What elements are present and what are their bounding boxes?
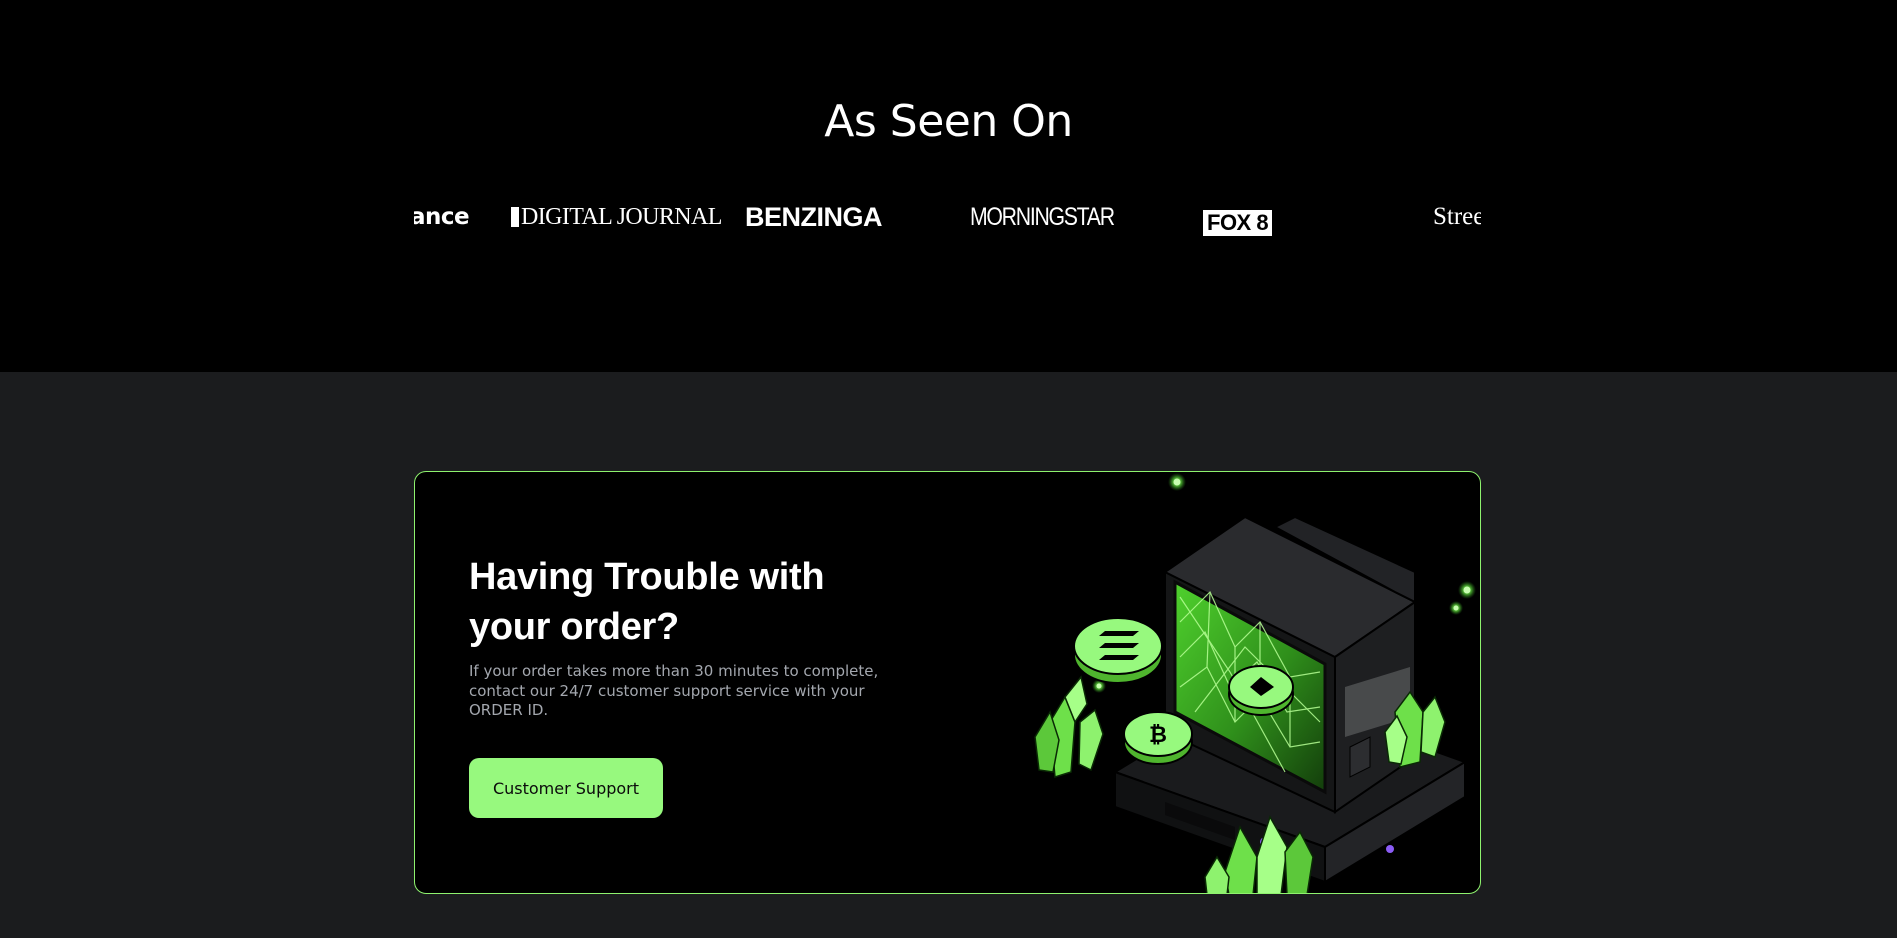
svg-text:₿: ₿ (1149, 723, 1167, 748)
customer-support-button[interactable]: Customer Support (469, 758, 663, 818)
computer-illustration: ₿ (1034, 473, 1476, 893)
ethereum-coin-icon (1228, 665, 1294, 716)
solana-coin-icon (1073, 617, 1163, 684)
digital-journal-mark-icon (511, 207, 519, 227)
logo-benzinga: BENZINGA (745, 201, 883, 232)
support-card-title: Having Trouble with your order? (469, 556, 825, 648)
bitcoin-coin-icon: ₿ (1123, 711, 1193, 765)
logo-street: Stree (1433, 203, 1481, 230)
logo-fox8: FOX 8 (1203, 192, 1273, 242)
support-card: Having Trouble with your order? If your … (414, 471, 1481, 894)
logo-finance: ance (414, 204, 470, 230)
as-seen-on-section: As Seen On ance DIGITAL JOURNAL BENZINGA… (0, 0, 1897, 372)
support-card-description: If your order takes more than 30 minutes… (469, 662, 879, 719)
as-seen-on-title: As Seen On (824, 96, 1073, 147)
logo-digital-journal: DIGITAL JOURNAL (511, 192, 722, 242)
logo-morningstar: MORNINGSTAR (970, 202, 1115, 231)
crystal-icon (1034, 675, 1104, 778)
logo-fox8-text: FOX 8 (1203, 210, 1273, 236)
press-logo-carousel: ance DIGITAL JOURNAL BENZINGA MORNINGSTA… (414, 192, 1481, 242)
logo-digital-journal-text: DIGITAL JOURNAL (521, 203, 722, 230)
